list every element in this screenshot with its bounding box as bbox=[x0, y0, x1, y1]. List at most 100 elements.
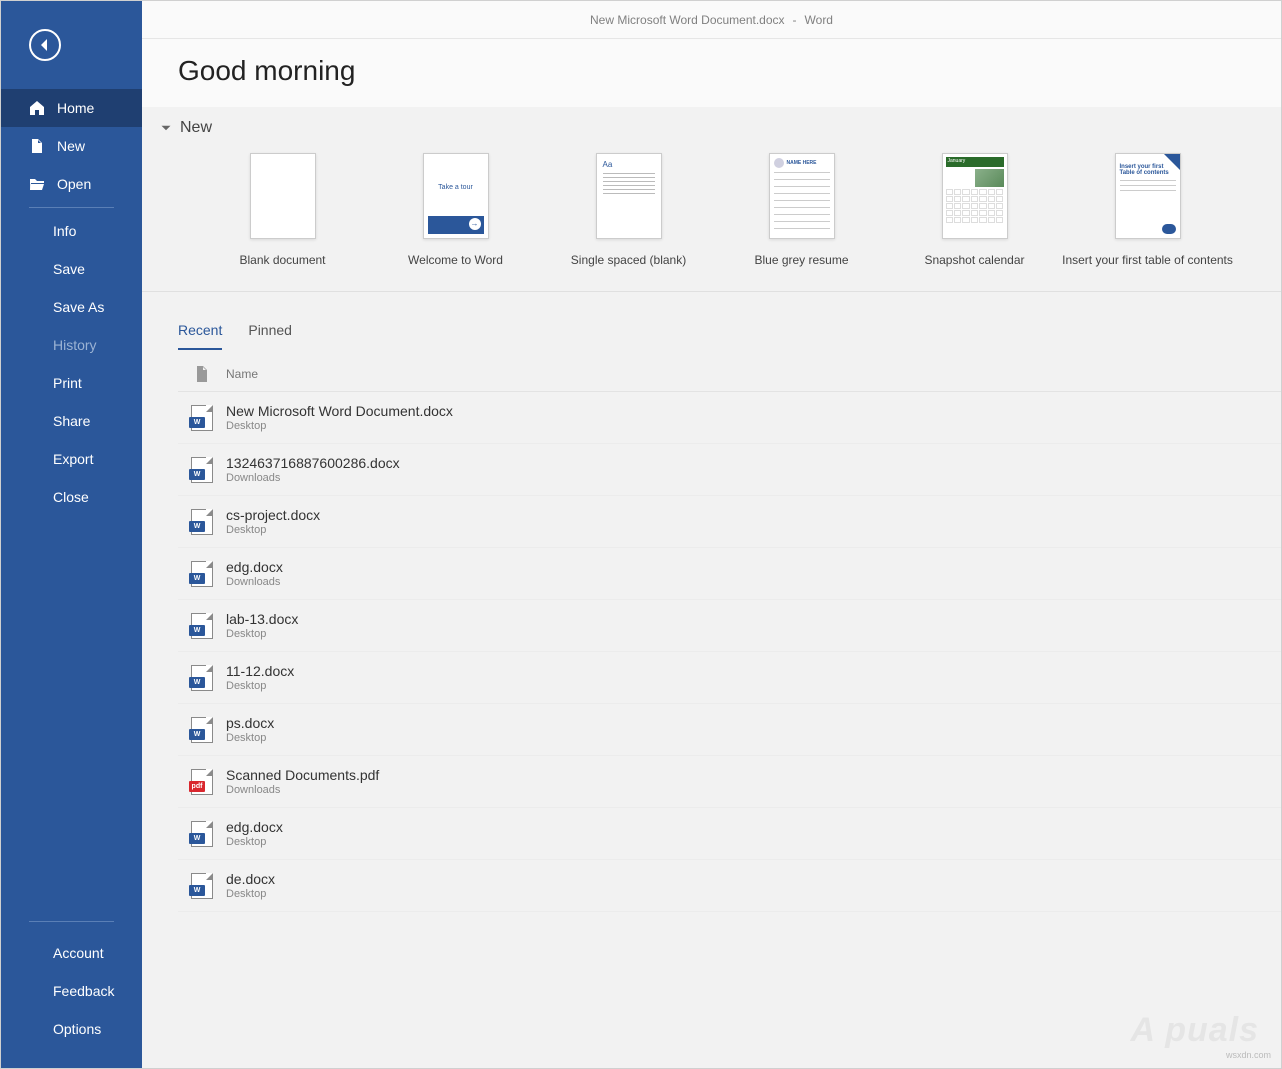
template-blue-grey-resume[interactable]: NAME HERE Blue grey resume bbox=[715, 153, 888, 267]
template-blank-document[interactable]: Blank document bbox=[196, 153, 369, 267]
nav-new[interactable]: New bbox=[1, 127, 142, 165]
sidebar-divider bbox=[29, 207, 114, 208]
nav-options[interactable]: Options bbox=[1, 1010, 142, 1048]
watermark-logo: A puals bbox=[1130, 1011, 1259, 1050]
word-file-icon: W bbox=[191, 457, 213, 483]
file-location: Desktop bbox=[226, 420, 453, 432]
titlebar-separator: - bbox=[793, 13, 797, 27]
arrow-circle-icon bbox=[428, 216, 484, 234]
nav-history: History bbox=[1, 326, 142, 364]
template-thumb: Aa bbox=[596, 153, 662, 239]
back-button[interactable] bbox=[1, 1, 142, 89]
template-snapshot-calendar[interactable]: January Snapshot calendar bbox=[888, 153, 1061, 267]
template-thumb: January bbox=[942, 153, 1008, 239]
file-location: Desktop bbox=[226, 524, 320, 536]
word-file-icon: W bbox=[191, 613, 213, 639]
titlebar: New Microsoft Word Document.docx - Word bbox=[142, 1, 1281, 39]
file-location: Downloads bbox=[226, 472, 400, 484]
file-name: ps.docx bbox=[226, 715, 274, 731]
template-single-spaced[interactable]: Aa Single spaced (blank) bbox=[542, 153, 715, 267]
watermark-text: wsxdn.com bbox=[1226, 1050, 1271, 1060]
nav-open[interactable]: Open bbox=[1, 165, 142, 203]
file-name: lab-13.docx bbox=[226, 611, 298, 627]
nav-open-label: Open bbox=[57, 176, 91, 192]
nav-new-label: New bbox=[57, 138, 85, 154]
new-section-header[interactable]: New bbox=[142, 107, 1281, 145]
recent-list: Name WNew Microsoft Word Document.docxDe… bbox=[142, 356, 1281, 912]
home-icon bbox=[29, 100, 45, 116]
nav-account[interactable]: Account bbox=[1, 934, 142, 972]
file-location: Desktop bbox=[226, 888, 275, 900]
word-file-icon: W bbox=[191, 873, 213, 899]
recent-document-row[interactable]: W 11-12.docxDesktop bbox=[178, 652, 1281, 704]
recent-document-row[interactable]: Wedg.docxDesktop bbox=[178, 808, 1281, 860]
file-name: 132463716887600286.docx bbox=[226, 455, 400, 471]
word-file-icon: W bbox=[191, 717, 213, 743]
file-name: edg.docx bbox=[226, 819, 283, 835]
template-gallery: Blank document Take a tour Welcome to Wo… bbox=[142, 145, 1281, 292]
nav-print[interactable]: Print bbox=[1, 364, 142, 402]
template-thumb bbox=[250, 153, 316, 239]
template-thumb: Insert your first Table of contents bbox=[1115, 153, 1181, 239]
recent-document-row[interactable]: Wlab-13.docxDesktop bbox=[178, 600, 1281, 652]
greeting: Good morning bbox=[142, 39, 1281, 107]
recent-document-row[interactable]: W 132463716887600286.docxDownloads bbox=[178, 444, 1281, 496]
tab-pinned[interactable]: Pinned bbox=[248, 322, 292, 350]
main-panel: New Microsoft Word Document.docx - Word … bbox=[142, 1, 1281, 1068]
chevron-down-icon bbox=[160, 122, 172, 134]
template-label: Single spaced (blank) bbox=[571, 253, 686, 267]
document-icon bbox=[29, 138, 45, 154]
nav-info[interactable]: Info bbox=[1, 212, 142, 250]
sidebar-divider-bottom bbox=[29, 921, 114, 922]
word-file-icon: W bbox=[191, 665, 213, 691]
template-label: Blank document bbox=[239, 253, 325, 267]
file-name: de.docx bbox=[226, 871, 275, 887]
file-name: edg.docx bbox=[226, 559, 283, 575]
file-location: Desktop bbox=[226, 836, 283, 848]
pdf-file-icon: pdf bbox=[191, 769, 213, 795]
file-name: 11-12.docx bbox=[226, 663, 294, 679]
document-icon bbox=[195, 366, 209, 382]
template-table-of-contents[interactable]: Insert your first Table of contents Inse… bbox=[1061, 153, 1234, 267]
nav-share[interactable]: Share bbox=[1, 402, 142, 440]
file-name: cs-project.docx bbox=[226, 507, 320, 523]
file-location: Desktop bbox=[226, 628, 298, 640]
nav-feedback[interactable]: Feedback bbox=[1, 972, 142, 1010]
recent-document-row[interactable]: Wedg.docxDownloads bbox=[178, 548, 1281, 600]
back-arrow-icon bbox=[29, 29, 61, 61]
file-location: Desktop bbox=[226, 732, 274, 744]
list-header: Name bbox=[178, 356, 1281, 392]
word-file-icon: W bbox=[191, 509, 213, 535]
file-name: New Microsoft Word Document.docx bbox=[226, 403, 453, 419]
file-location: Downloads bbox=[226, 576, 283, 588]
new-section-title: New bbox=[180, 119, 212, 137]
recent-tabs: Recent Pinned bbox=[142, 322, 1281, 350]
titlebar-appname: Word bbox=[805, 13, 833, 27]
nav-save[interactable]: Save bbox=[1, 250, 142, 288]
recent-document-row[interactable]: Wcs-project.docxDesktop bbox=[178, 496, 1281, 548]
nav-export[interactable]: Export bbox=[1, 440, 142, 478]
recent-document-row[interactable]: Wps.docxDesktop bbox=[178, 704, 1281, 756]
word-file-icon: W bbox=[191, 561, 213, 587]
recent-document-row[interactable]: Wde.docxDesktop bbox=[178, 860, 1281, 912]
column-name: Name bbox=[226, 367, 258, 381]
template-thumb: NAME HERE bbox=[769, 153, 835, 239]
nav-home-label: Home bbox=[57, 100, 94, 116]
recent-document-row[interactable]: pdf Scanned Documents.pdfDownloads bbox=[178, 756, 1281, 808]
file-location: Downloads bbox=[226, 784, 379, 796]
file-name: Scanned Documents.pdf bbox=[226, 767, 379, 783]
template-welcome-to-word[interactable]: Take a tour Welcome to Word bbox=[369, 153, 542, 267]
folder-open-icon bbox=[29, 176, 45, 192]
nav-close[interactable]: Close bbox=[1, 478, 142, 516]
template-thumb: Take a tour bbox=[423, 153, 489, 239]
file-location: Desktop bbox=[226, 680, 294, 692]
nav-save-as[interactable]: Save As bbox=[1, 288, 142, 326]
recent-document-row[interactable]: W New Microsoft Word Document.docxDesktop bbox=[178, 392, 1281, 444]
backstage-sidebar: Home New Open Info Save Save As History … bbox=[1, 1, 142, 1068]
word-file-icon: W bbox=[191, 405, 213, 431]
tab-recent[interactable]: Recent bbox=[178, 322, 222, 350]
nav-home[interactable]: Home bbox=[1, 89, 142, 127]
word-file-icon: W bbox=[191, 821, 213, 847]
titlebar-filename: New Microsoft Word Document.docx bbox=[590, 13, 785, 27]
template-label: Welcome to Word bbox=[408, 253, 503, 267]
